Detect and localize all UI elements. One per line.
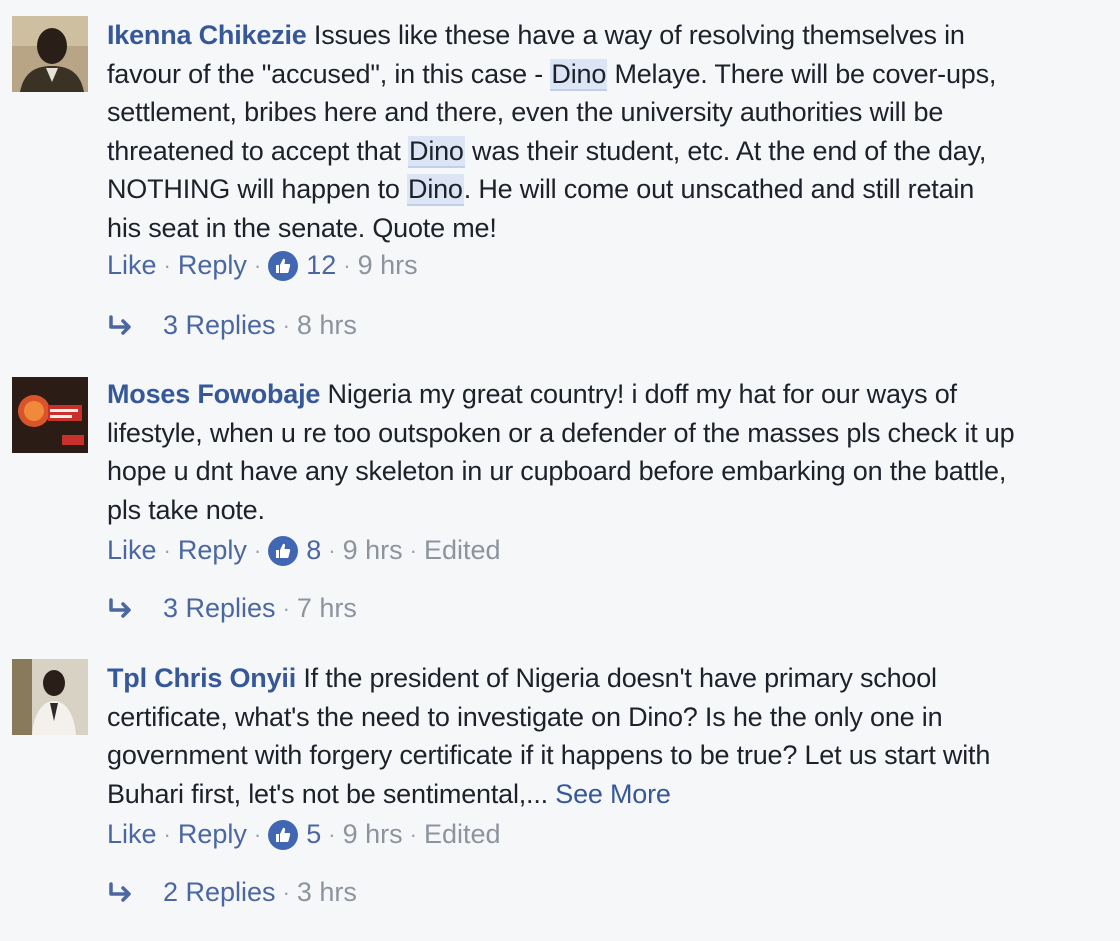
comment-text-segment: his seat in the senate. Quote me!: [107, 212, 497, 243]
separator: ·: [409, 537, 417, 563]
replies-time: 8 hrs: [296, 310, 357, 340]
mention-highlight[interactable]: Dino: [550, 58, 608, 91]
avatar-tpl-chris-onyii[interactable]: [12, 659, 88, 735]
comment-time[interactable]: 9 hrs: [358, 250, 418, 281]
comment-text: Tpl Chris Onyii If the president of Nige…: [107, 659, 1102, 813]
replies-time: 7 hrs: [296, 593, 357, 623]
separator: ·: [253, 821, 262, 847]
reply-link[interactable]: Reply: [178, 250, 247, 281]
comment-body: Moses Fowobaje Nigeria my great country!…: [107, 375, 1102, 529]
comment-text-segment: pls take note.: [107, 494, 265, 525]
edited-label[interactable]: Edited: [424, 819, 501, 850]
separator: ·: [163, 252, 171, 278]
separator: ·: [328, 821, 336, 847]
comment-text-lines: Issues like these have a way of resolvin…: [107, 20, 996, 243]
comment-text-segment: NOTHING will happen to: [107, 174, 408, 204]
separator: ·: [328, 537, 336, 563]
reply-arrow-icon: [109, 314, 131, 335]
replies-count-link[interactable]: 3 Replies: [163, 310, 276, 341]
separator: ·: [163, 821, 171, 847]
comment-body: Tpl Chris Onyii If the president of Nige…: [107, 659, 1102, 813]
reply-arrow-icon: [109, 597, 131, 618]
comment-author[interactable]: Tpl Chris Onyii: [107, 663, 296, 693]
mention-highlight[interactable]: Dino: [407, 174, 464, 206]
separator: ·: [282, 312, 290, 338]
comment-text-segment: Buhari first, let's not be sentimental,.…: [107, 778, 556, 809]
like-count[interactable]: 8: [306, 535, 321, 566]
comment-author[interactable]: Ikenna Chikezie: [107, 20, 307, 50]
comment-text-segment: threatened to accept that: [107, 135, 409, 166]
separator: ·: [282, 595, 290, 621]
thumbs-up-icon[interactable]: [268, 535, 299, 566]
comment-text-segment: hope u dnt have any skeleton in ur cupbo…: [107, 456, 1007, 486]
comment-text-segment: . He will come out unscathed and still r…: [463, 174, 975, 204]
comment-text-segment: lifestyle, when u re too outspoken or a …: [107, 417, 1015, 448]
mention-highlight[interactable]: Dino: [408, 135, 465, 168]
comment-time[interactable]: 9 hrs: [343, 819, 403, 850]
reply-link[interactable]: Reply: [178, 535, 247, 566]
comment-text: Ikenna Chikezie Issues like these have a…: [107, 16, 1102, 247]
reply-arrow-icon: [109, 881, 131, 902]
comment-text-segment: favour of the "accused", in this case -: [107, 58, 551, 89]
separator: ·: [409, 821, 417, 847]
replies-row[interactable]: 3 Replies · 8 hrs: [107, 310, 357, 341]
avatar-ikenna-chikezie[interactable]: [12, 16, 88, 92]
comment-actions: Like · Reply · 8 · 9 hrs · Edited: [107, 535, 501, 566]
comment-actions: Like · Reply · 12 · 9 hrs: [107, 250, 418, 281]
comment-text-segment: was their student, etc. At the end of th…: [464, 135, 987, 166]
separator: ·: [282, 879, 290, 905]
separator: ·: [343, 252, 351, 278]
comment-author[interactable]: Moses Fowobaje: [107, 379, 320, 409]
replies-row[interactable]: 2 Replies · 3 hrs: [107, 877, 357, 908]
separator: ·: [253, 537, 262, 563]
separator: ·: [163, 537, 171, 563]
comment-text-segment: Nigeria my great country! i doff my hat …: [320, 379, 957, 409]
like-link[interactable]: Like: [107, 819, 157, 850]
like-count[interactable]: 12: [306, 250, 336, 281]
like-link[interactable]: Like: [107, 250, 157, 281]
replies-time: 3 hrs: [296, 877, 357, 907]
thumbs-up-icon[interactable]: [268, 250, 299, 281]
replies-count-link[interactable]: 2 Replies: [163, 877, 276, 908]
replies-row[interactable]: 3 Replies · 7 hrs: [107, 593, 357, 624]
separator: ·: [253, 252, 262, 278]
avatar-moses-fowobaje[interactable]: [12, 377, 88, 453]
comment-text-segment: government with forgery certificate if i…: [107, 740, 991, 770]
edited-label[interactable]: Edited: [424, 535, 501, 566]
replies-count-link[interactable]: 3 Replies: [163, 593, 276, 624]
comment-body: Ikenna Chikezie Issues like these have a…: [107, 16, 1102, 247]
like-link[interactable]: Like: [107, 535, 157, 566]
comment-text: Moses Fowobaje Nigeria my great country!…: [107, 375, 1102, 529]
comment-actions: Like · Reply · 5 · 9 hrs · Edited: [107, 819, 501, 850]
thumbs-up-icon[interactable]: [268, 819, 299, 850]
comment-text-segment: Issues like these have a way of resolvin…: [306, 20, 965, 50]
comment-text-segment: Melaye. There will be cover-ups,: [607, 58, 997, 89]
reply-link[interactable]: Reply: [178, 819, 247, 850]
like-count[interactable]: 5: [306, 819, 321, 850]
comment-text-segment: certificate, what's the need to investig…: [107, 701, 943, 732]
see-more-link[interactable]: See More: [555, 779, 671, 809]
comment-time[interactable]: 9 hrs: [343, 535, 403, 566]
comment-text-segment: If the president of Nigeria doesn't have…: [296, 663, 937, 693]
comment-text-segment: settlement, bribes here and there, even …: [107, 97, 944, 127]
